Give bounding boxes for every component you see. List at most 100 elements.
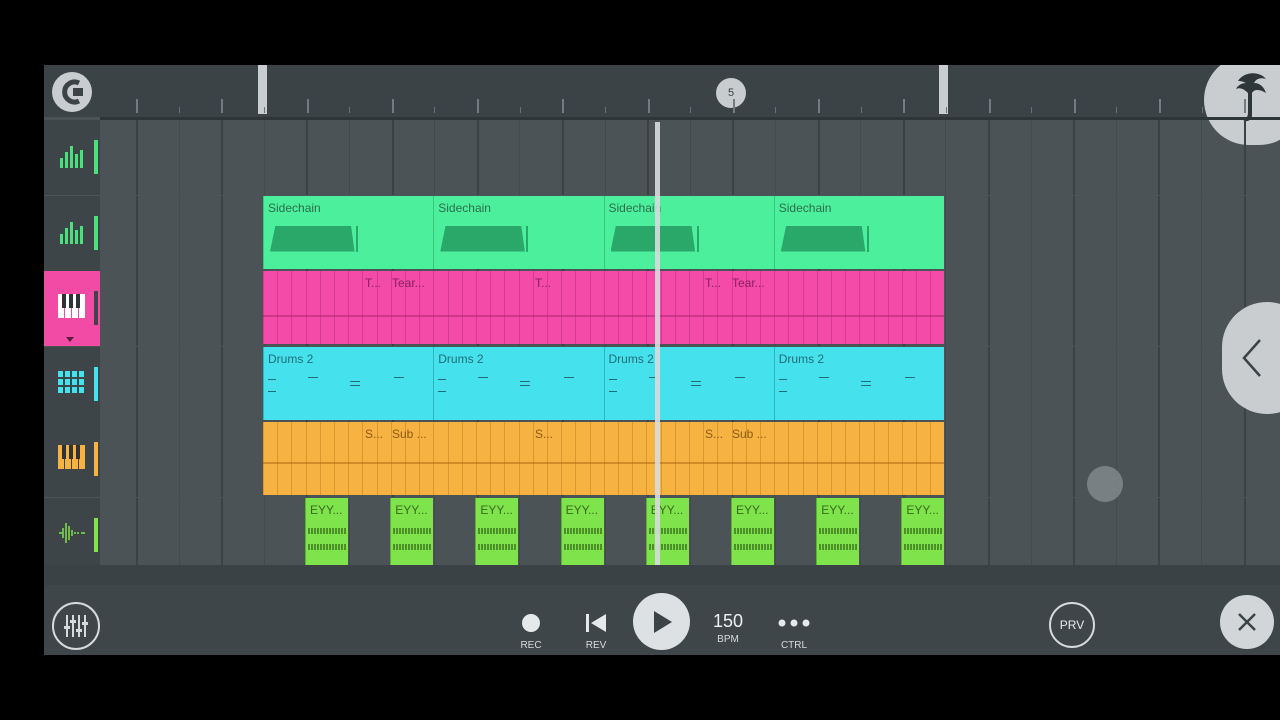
grid-line bbox=[1030, 195, 1032, 271]
eyy-pattern-clip[interactable]: EYY... bbox=[475, 497, 519, 569]
drums-track: Drums 2 Drums 2 Drums 2 Drums 2 bbox=[44, 346, 1280, 422]
tear-pattern-clip[interactable]: T... Tear... T... T... Tear... bbox=[263, 271, 944, 344]
track-color-indicator bbox=[94, 442, 98, 476]
drum-step bbox=[690, 380, 701, 382]
drums-pattern-clip[interactable]: Drums 2 bbox=[263, 346, 434, 420]
timeline-ruler[interactable]: 5 bbox=[44, 65, 1280, 145]
eyy-pattern-clip[interactable]: EYY... bbox=[390, 497, 434, 569]
snap-magnet-icon[interactable] bbox=[52, 72, 92, 112]
play-button[interactable] bbox=[633, 593, 690, 650]
track-header[interactable] bbox=[44, 271, 100, 346]
bpm-value: 150 bbox=[712, 611, 744, 631]
track-header[interactable] bbox=[44, 120, 100, 195]
note-line bbox=[603, 271, 605, 344]
grid-line bbox=[945, 120, 947, 195]
eyy-pattern-clip[interactable]: EYY... bbox=[816, 497, 860, 569]
drum-step bbox=[520, 384, 531, 386]
sidechain-pattern-clip[interactable]: Sidechain bbox=[263, 195, 434, 269]
note-line bbox=[490, 422, 492, 495]
ruler-beat-tick bbox=[1031, 107, 1033, 113]
record-label: REC bbox=[520, 640, 542, 651]
note-line bbox=[476, 271, 477, 344]
loop-start-marker[interactable] bbox=[258, 65, 267, 114]
track-lane[interactable] bbox=[100, 497, 1280, 573]
audio-waveform bbox=[393, 527, 432, 534]
ruler-bar-tick bbox=[988, 99, 991, 113]
drums-pattern-clip[interactable]: Drums 2 bbox=[433, 346, 604, 420]
automation-track-1 bbox=[44, 120, 1280, 195]
track-header[interactable] bbox=[44, 346, 100, 422]
grid-line bbox=[945, 195, 947, 271]
note-line bbox=[646, 271, 648, 344]
tempo-control[interactable]: 150 BPM bbox=[704, 611, 752, 645]
grid-line bbox=[136, 271, 138, 346]
note-line bbox=[305, 422, 307, 495]
grid-line bbox=[434, 120, 436, 195]
drum-step bbox=[268, 378, 276, 380]
ruler-bar-tick bbox=[647, 99, 650, 113]
grid-line bbox=[988, 497, 990, 573]
note-line bbox=[774, 271, 776, 344]
grid-line bbox=[775, 120, 776, 195]
note-line bbox=[490, 271, 492, 344]
ctrl-label: CTRL bbox=[780, 640, 808, 651]
automation-bars-icon bbox=[59, 142, 85, 173]
track-lane[interactable] bbox=[100, 120, 1280, 195]
eyy-pattern-clip[interactable]: EYY... bbox=[305, 497, 348, 569]
grid-line bbox=[178, 422, 180, 497]
eyy-pattern-clip[interactable]: EYY... bbox=[560, 497, 604, 569]
drums-pattern-clip[interactable]: Drums 2 bbox=[773, 346, 944, 420]
clip-label: Sidechain bbox=[778, 200, 832, 215]
drum-step bbox=[394, 376, 404, 378]
grid-line bbox=[1115, 346, 1117, 422]
drum-step bbox=[608, 378, 617, 380]
grid-line bbox=[1030, 346, 1032, 422]
note-line bbox=[689, 422, 690, 495]
record-button[interactable]: REC bbox=[514, 613, 548, 651]
note-line bbox=[674, 422, 676, 495]
drum-step bbox=[564, 376, 575, 378]
sidechain-pattern-clip[interactable]: Sidechain bbox=[773, 195, 944, 269]
sidechain-pattern-clip[interactable]: Sidechain bbox=[603, 195, 774, 269]
track-header[interactable] bbox=[44, 195, 100, 271]
grid-line bbox=[945, 271, 947, 346]
note-line bbox=[873, 271, 875, 344]
eyy-pattern-clip[interactable]: EYY... bbox=[901, 497, 945, 569]
grid-line bbox=[178, 195, 180, 271]
audio-waveform bbox=[563, 527, 602, 534]
rewind-button[interactable]: REV bbox=[579, 613, 613, 651]
sidechain-pattern-clip[interactable]: Sidechain bbox=[433, 195, 604, 269]
clip-label: Sub ... bbox=[732, 427, 767, 441]
bar-number-badge: 5 bbox=[716, 78, 746, 108]
grid-line bbox=[263, 120, 265, 195]
note-line bbox=[447, 422, 449, 495]
track-header[interactable] bbox=[44, 422, 100, 497]
track-header[interactable] bbox=[44, 497, 100, 573]
note-line bbox=[362, 422, 364, 495]
scroll-indicator[interactable] bbox=[1087, 466, 1123, 502]
drums-pattern-clip[interactable]: Drums 2 bbox=[603, 346, 774, 420]
audio-waveform bbox=[308, 527, 346, 534]
grid-line bbox=[817, 120, 820, 195]
grid-line bbox=[178, 120, 180, 195]
mixer-sliders-icon bbox=[64, 615, 88, 637]
track-menu-caret-icon[interactable] bbox=[66, 337, 74, 342]
eyy-pattern-clip[interactable]: EYY... bbox=[645, 497, 689, 569]
drum-step bbox=[860, 380, 871, 382]
ctrl-button[interactable]: CTRL bbox=[774, 613, 814, 651]
clip-label: EYY... bbox=[480, 502, 513, 517]
ruler-beat-tick bbox=[263, 107, 265, 113]
clip-label: EYY... bbox=[736, 502, 769, 517]
mixer-button[interactable] bbox=[52, 602, 100, 650]
grid-line bbox=[902, 120, 905, 195]
ruler-beat-tick bbox=[178, 107, 180, 113]
clip-label: EYY... bbox=[395, 502, 428, 517]
grid-line bbox=[988, 346, 990, 422]
close-button[interactable] bbox=[1220, 595, 1274, 649]
sub-pattern-clip[interactable]: S... Sub ... S... S... Sub ... bbox=[263, 422, 944, 495]
note-line bbox=[618, 422, 619, 495]
playhead[interactable] bbox=[655, 122, 660, 566]
preview-button[interactable]: PRV bbox=[1049, 602, 1095, 648]
eyy-pattern-clip[interactable]: EYY... bbox=[731, 497, 774, 569]
audio-waveform bbox=[734, 527, 772, 534]
